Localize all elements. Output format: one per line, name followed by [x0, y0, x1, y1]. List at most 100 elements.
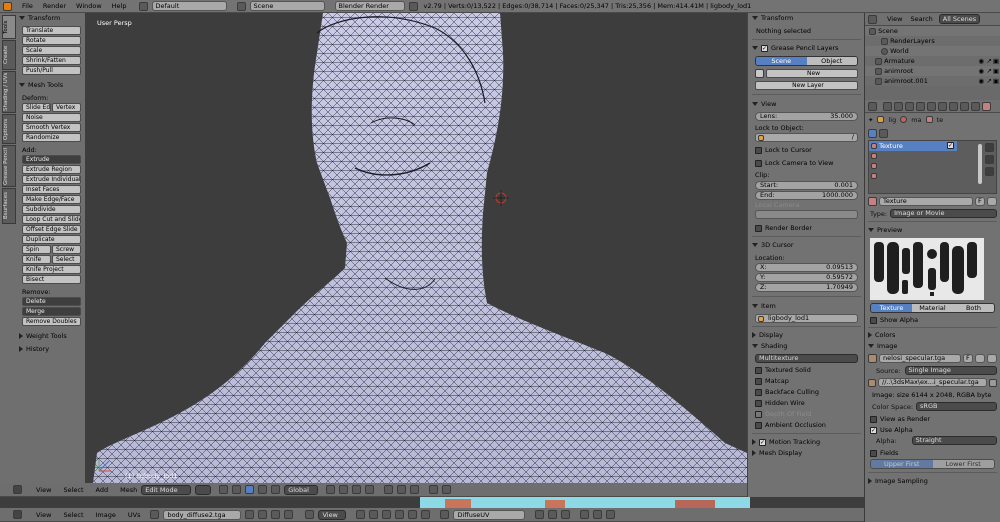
motion-tracking-header[interactable]: Motion Tracking: [752, 437, 861, 448]
randomize-button[interactable]: Randomize: [22, 133, 81, 142]
selectable-cursor-icon[interactable]: ↗: [987, 66, 992, 76]
scene-select[interactable]: Scene: [249, 1, 325, 11]
pin-icon[interactable]: ✦: [868, 116, 873, 124]
image-source-select[interactable]: Single Image: [904, 366, 997, 375]
menu-view[interactable]: View: [36, 486, 51, 494]
image-browse-icon[interactable]: [150, 510, 160, 519]
ambient-occlusion-checkbox[interactable]: [755, 421, 762, 429]
outliner-menu-search[interactable]: Search: [910, 15, 932, 23]
texture-context-icon[interactable]: [868, 129, 877, 138]
visibility-eye-icon[interactable]: ◉: [978, 56, 984, 66]
cursor-y-field[interactable]: Y: 0.59572: [755, 273, 858, 282]
texture-name-field[interactable]: Texture: [879, 197, 973, 206]
vertex-select-icon[interactable]: [326, 485, 336, 494]
grease-pencil-checkbox[interactable]: [761, 44, 768, 52]
world-tab-icon[interactable]: [916, 101, 925, 111]
fake-user-button[interactable]: F: [975, 197, 985, 206]
editor-type-icon[interactable]: [868, 14, 877, 24]
shading-mode-select[interactable]: Multitexture: [755, 354, 858, 363]
uv-menu-select[interactable]: Select: [63, 511, 83, 519]
eyedropper-icon[interactable]: ∕: [852, 133, 854, 141]
preview-both-tab[interactable]: Both: [953, 304, 994, 312]
rotate-button[interactable]: Rotate: [22, 36, 81, 45]
backface-row[interactable]: Backface Culling: [755, 387, 861, 397]
snap-target-icon[interactable]: [561, 510, 571, 519]
slide-edge-button[interactable]: Slide Ed: [22, 103, 51, 112]
upper-first-button[interactable]: Upper First: [871, 460, 933, 468]
image-name-field[interactable]: body_diffuse2.tga: [163, 509, 242, 520]
editor-type-icon[interactable]: [13, 485, 22, 494]
alpha-mode-select[interactable]: Straight: [911, 436, 997, 445]
slide-vertex-button[interactable]: Vertex: [52, 103, 81, 112]
uv-menu-image[interactable]: Image: [96, 511, 116, 519]
weight-tools-section-header[interactable]: Weight Tools: [19, 331, 81, 342]
file-pack-icon[interactable]: [868, 378, 876, 387]
pencil-icon[interactable]: [755, 69, 764, 78]
3d-cursor-header[interactable]: 3D Cursor: [752, 240, 861, 251]
lock-object-field[interactable]: ∕: [755, 133, 858, 142]
scopes-icon[interactable]: [593, 510, 603, 519]
color-space-select[interactable]: sRGB: [916, 402, 997, 411]
renderable-camera-icon[interactable]: ▣: [993, 76, 999, 86]
scene-tab-icon[interactable]: [905, 101, 914, 111]
preview-texture-tab[interactable]: Texture: [871, 304, 912, 312]
preview-section-header[interactable]: Preview: [868, 225, 997, 236]
layout-icon[interactable]: [138, 1, 148, 11]
snap-target-icon[interactable]: [410, 485, 420, 494]
knife-select-button[interactable]: Select: [52, 255, 81, 264]
texture-slot-empty[interactable]: [869, 171, 996, 181]
tab-tools[interactable]: Tools: [2, 15, 16, 39]
menu-render[interactable]: Render: [43, 2, 66, 10]
offset-edge-slide-button[interactable]: Offset Edge Slide: [22, 225, 81, 234]
image-name-field[interactable]: nelosi_specular.tga: [879, 354, 961, 363]
menu-file[interactable]: File: [22, 2, 33, 10]
proportional-icon[interactable]: [384, 485, 394, 494]
view-as-render-checkbox[interactable]: [870, 415, 877, 423]
menu-mesh[interactable]: Mesh: [120, 486, 137, 494]
clip-start-field[interactable]: Start: 0.001: [755, 181, 858, 190]
n-transform-header[interactable]: Transform: [752, 13, 861, 24]
rotate-manipulator-icon[interactable]: [258, 485, 268, 494]
sync-selection-icon[interactable]: [369, 510, 379, 519]
proportional-edit-icon[interactable]: [535, 510, 545, 519]
extrude-region-button[interactable]: Extrude Region: [22, 165, 81, 174]
lock-camera-checkbox[interactable]: [755, 159, 762, 167]
uv-map-select[interactable]: DiffuseUV: [453, 509, 526, 520]
list-menu-icon[interactable]: [985, 167, 994, 176]
outliner-row-scene[interactable]: Scene: [865, 26, 1000, 36]
lock-camera-row[interactable]: Lock Camera to View: [755, 158, 861, 168]
unlink-texture-button[interactable]: [987, 197, 997, 206]
scale-manipulator-icon[interactable]: [271, 485, 281, 494]
render-engine-select[interactable]: Blender Render: [334, 1, 405, 11]
uv-vertex-select-icon[interactable]: [382, 510, 392, 519]
image-editor-canvas[interactable]: [0, 497, 864, 508]
use-alpha-row[interactable]: Use Alpha: [870, 425, 997, 435]
outliner-row-animroot-001[interactable]: animroot.001 ◉ ↗ ▣: [865, 76, 1000, 86]
viewport-shading-select[interactable]: [195, 484, 212, 495]
cursor-z-field[interactable]: Z: 1.70949: [755, 283, 858, 292]
image-view-mode-select[interactable]: View: [318, 509, 347, 520]
bisect-button[interactable]: Bisect: [22, 275, 81, 284]
texture-slot-empty[interactable]: [869, 161, 996, 171]
tab-create[interactable]: Create: [2, 40, 16, 70]
gp-scene-tab[interactable]: Scene: [756, 57, 807, 65]
screw-button[interactable]: Screw: [52, 245, 81, 254]
uv-menu-uvs[interactable]: UVs: [128, 511, 141, 519]
face-select-icon[interactable]: [352, 485, 362, 494]
history-section-header[interactable]: History: [19, 344, 81, 355]
occlude-icon[interactable]: [365, 485, 375, 494]
remove-doubles-button[interactable]: Remove Doubles: [22, 317, 81, 326]
cursor-x-field[interactable]: X: 0.09513: [755, 263, 858, 272]
inset-faces-button[interactable]: Inset Faces: [22, 185, 81, 194]
knife-button[interactable]: Knife: [22, 255, 51, 264]
outliner-row-world[interactable]: World: [865, 46, 1000, 56]
loop-cut-button[interactable]: Loop Cut and Slide: [22, 215, 81, 224]
extrude-menu-button[interactable]: Extrude: [22, 155, 81, 164]
renderable-camera-icon[interactable]: ▣: [993, 56, 999, 66]
brush-context-icon[interactable]: [879, 129, 888, 138]
view-section-header[interactable]: View: [752, 99, 861, 110]
data-tab-icon[interactable]: [960, 101, 969, 111]
image-unlink-icon[interactable]: [284, 510, 294, 519]
transform-section-header[interactable]: Transform: [19, 13, 81, 24]
texture-slot-row[interactable]: Texture: [869, 141, 957, 151]
